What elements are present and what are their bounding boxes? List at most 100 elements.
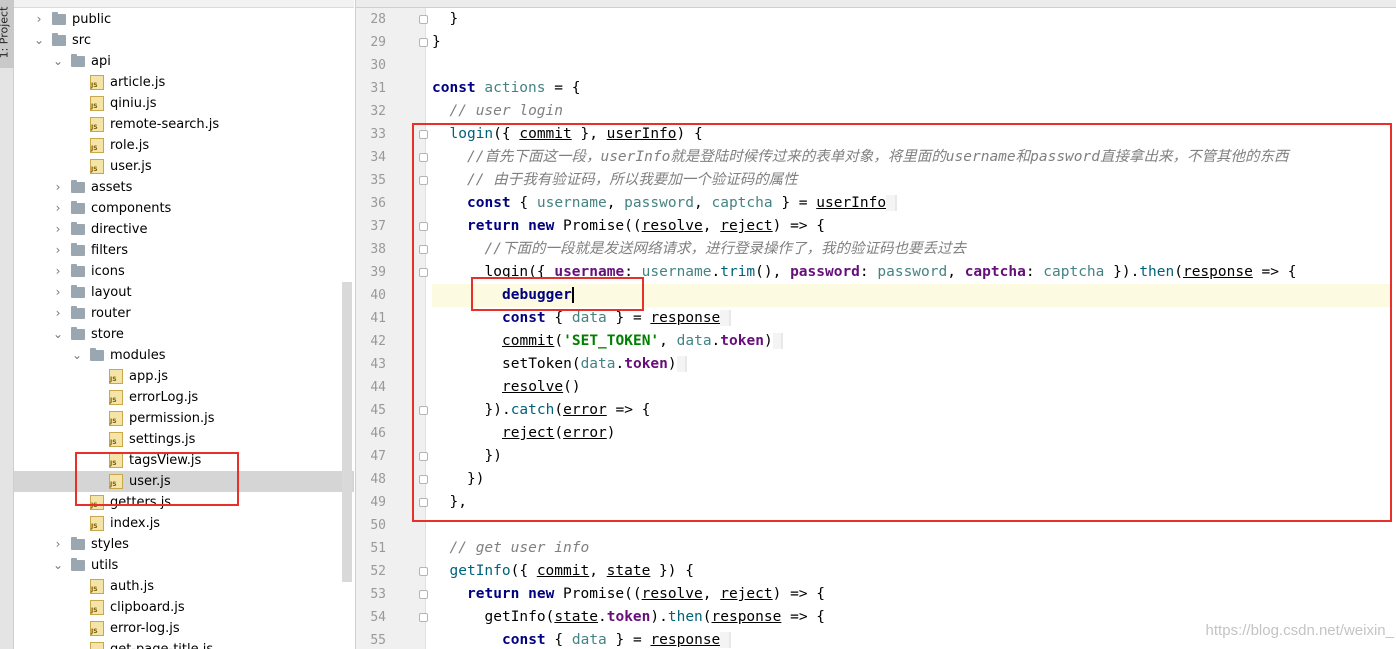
code-token: ). (650, 609, 668, 625)
line-number: 50 (370, 518, 386, 533)
js-file-icon: JS (90, 516, 104, 531)
tree-item-label: styles (91, 537, 129, 552)
tree-folder[interactable]: ⌄ modules (14, 345, 354, 366)
code-token: getInfo (449, 563, 511, 579)
js-file-icon: JS (90, 159, 104, 174)
code-line[interactable]: // get user info (432, 537, 1392, 560)
annotation-box-login-function (412, 123, 1392, 522)
fold-toggle-icon[interactable] (419, 38, 428, 47)
line-number: 47 (370, 449, 386, 464)
tree-folder[interactable]: ⌄ src (14, 30, 354, 51)
code-line[interactable]: } (432, 31, 1392, 54)
tree-folder[interactable]: › styles (14, 534, 354, 555)
tree-item-label: modules (110, 348, 166, 363)
line-number: 51 (370, 541, 386, 556)
tree-file[interactable]: JS get-page-title.js (14, 639, 354, 649)
tree-file[interactable]: JS error-log.js (14, 618, 354, 639)
folder-icon (71, 264, 85, 277)
tree-item-label: assets (91, 180, 133, 195)
tree-folder[interactable]: › public (14, 9, 354, 30)
code-line[interactable] (432, 54, 1392, 77)
tree-file[interactable]: JS auth.js (14, 576, 354, 597)
tree-item-label: router (91, 306, 131, 321)
tree-folder[interactable]: › icons (14, 261, 354, 282)
tree-file[interactable]: JS app.js (14, 366, 354, 387)
project-panel-toolbar (14, 0, 354, 8)
chevron-right-icon[interactable]: › (52, 282, 64, 303)
line-number: 37 (370, 219, 386, 234)
tree-item-label: remote-search.js (110, 117, 220, 132)
chevron-right-icon[interactable]: › (52, 219, 64, 240)
code-line[interactable]: } (432, 8, 1392, 31)
chevron-right-icon[interactable]: › (52, 261, 64, 282)
js-file-icon: JS (90, 96, 104, 111)
tree-folder[interactable]: ⌄ api (14, 51, 354, 72)
line-number: 53 (370, 587, 386, 602)
code-line[interactable]: const actions = { (432, 77, 1392, 100)
js-file-icon: JS (90, 138, 104, 153)
chevron-right-icon[interactable]: › (52, 198, 64, 219)
code-line[interactable]: // user login (432, 100, 1392, 123)
tree-folder[interactable]: ⌄ utils (14, 555, 354, 576)
fold-toggle-icon[interactable] (419, 567, 428, 576)
code-token: ( (702, 609, 712, 625)
folder-icon (52, 12, 66, 25)
fold-toggle-icon[interactable] (419, 15, 428, 24)
line-number: 33 (370, 127, 386, 142)
chevron-down-icon[interactable]: ⌄ (33, 30, 45, 51)
tree-item-label: role.js (110, 138, 150, 153)
tree-scrollbar[interactable] (342, 282, 352, 582)
chevron-right-icon[interactable]: › (33, 9, 45, 30)
tree-folder[interactable]: › directive (14, 219, 354, 240)
tree-file[interactable]: JS index.js (14, 513, 354, 534)
tree-file[interactable]: JS clipboard.js (14, 597, 354, 618)
tree-folder[interactable]: › assets (14, 177, 354, 198)
js-file-icon: JS (90, 621, 104, 636)
code-token: data (571, 632, 607, 648)
line-number: 49 (370, 495, 386, 510)
tree-file[interactable]: JS role.js (14, 135, 354, 156)
tree-item-label: directive (91, 222, 148, 237)
line-number: 42 (370, 334, 386, 349)
code-token: }) { (650, 563, 694, 579)
code-token: actions (484, 80, 546, 96)
fold-toggle-icon[interactable] (419, 613, 428, 622)
tree-item-label: utils (91, 558, 119, 573)
tree-folder[interactable]: ⌄ store (14, 324, 354, 345)
code-token: , (702, 586, 721, 602)
line-number: 48 (370, 472, 386, 487)
tree-file[interactable]: JS remote-search.js (14, 114, 354, 135)
tree-folder[interactable]: › filters (14, 240, 354, 261)
tree-folder[interactable]: › layout (14, 282, 354, 303)
code-token: new (528, 586, 555, 602)
tree-item-label: app.js (129, 369, 168, 384)
chevron-right-icon[interactable]: › (52, 177, 64, 198)
chevron-down-icon[interactable]: ⌄ (52, 555, 64, 576)
fold-toggle-icon[interactable] (419, 590, 428, 599)
tree-file[interactable]: JS article.js (14, 72, 354, 93)
code-token: const (432, 80, 476, 96)
code-line[interactable]: return new Promise((resolve, reject) => … (432, 583, 1392, 606)
chevron-down-icon[interactable]: ⌄ (52, 324, 64, 345)
tree-item-label: permission.js (129, 411, 215, 426)
chevron-down-icon[interactable]: ⌄ (52, 51, 64, 72)
chevron-right-icon[interactable]: › (52, 240, 64, 261)
line-number: 36 (370, 196, 386, 211)
chevron-right-icon[interactable]: › (52, 534, 64, 555)
code-token: = { (545, 80, 581, 96)
tree-file[interactable]: JS qiniu.js (14, 93, 354, 114)
tree-file[interactable]: JS user.js (14, 156, 354, 177)
project-tool-tab[interactable]: 1: Project (0, 0, 14, 68)
tree-file[interactable]: JS settings.js (14, 429, 354, 450)
tree-folder[interactable]: › router (14, 303, 354, 324)
code-token: state (606, 563, 651, 579)
line-number: 52 (370, 564, 386, 579)
tree-file[interactable]: JS permission.js (14, 408, 354, 429)
line-number: 39 (370, 265, 386, 280)
tree-folder[interactable]: › components (14, 198, 354, 219)
tree-file[interactable]: JS errorLog.js (14, 387, 354, 408)
chevron-right-icon[interactable]: › (52, 303, 64, 324)
code-line[interactable]: getInfo({ commit, state }) { (432, 560, 1392, 583)
chevron-down-icon[interactable]: ⌄ (71, 345, 83, 366)
